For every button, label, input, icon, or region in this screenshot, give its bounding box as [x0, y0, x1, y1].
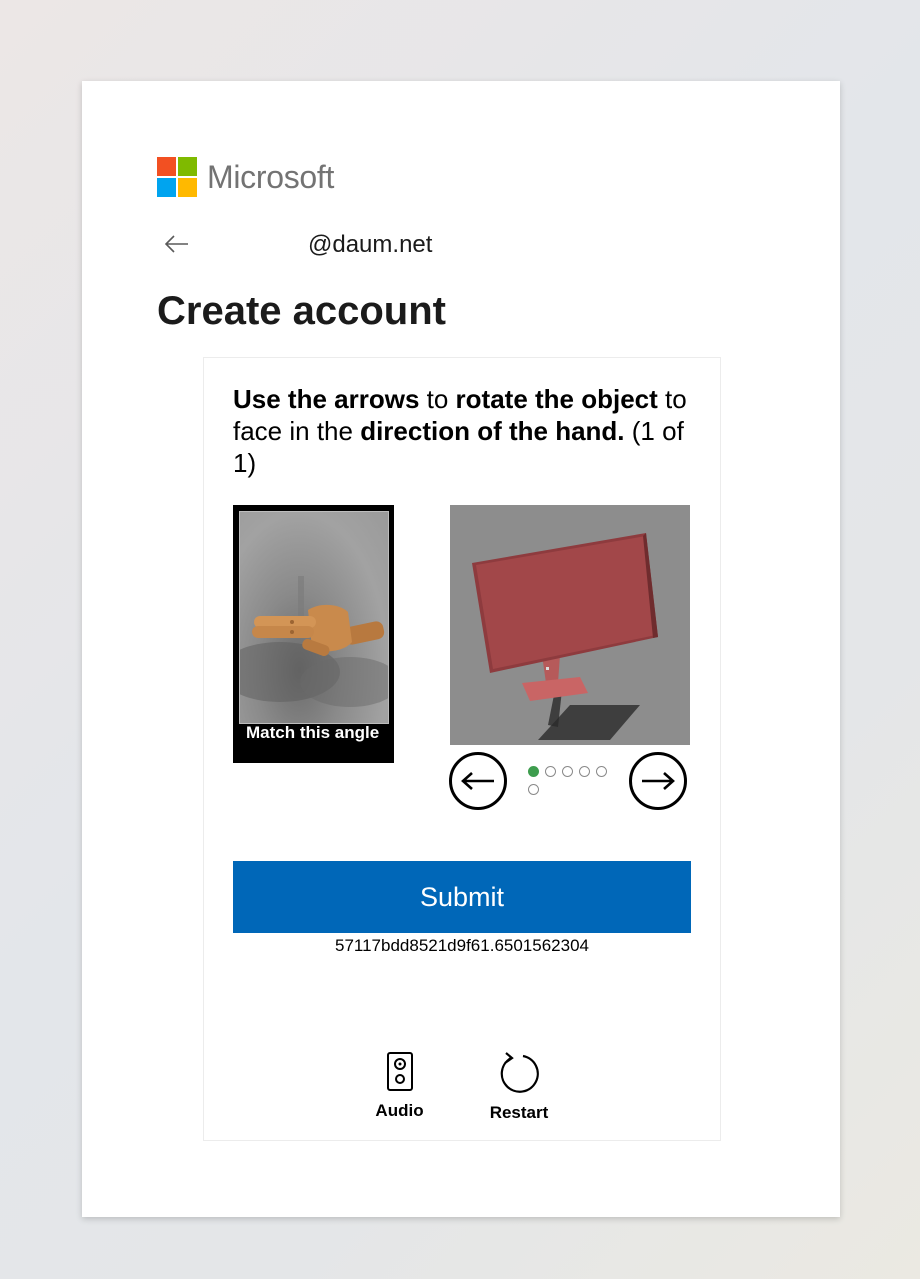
session-id: 57117bdd8521d9f61.6501562304	[334, 936, 589, 955]
account-email: @daum.net	[308, 231, 433, 258]
audio-label: Audio	[375, 1101, 424, 1120]
position-dot	[579, 766, 590, 777]
captcha-instruction: Use the arrows to rotate the object to f…	[233, 384, 687, 478]
position-dot	[528, 784, 539, 795]
brand-name: Microsoft	[207, 158, 335, 195]
restart-label: Restart	[489, 1103, 549, 1122]
audio-button[interactable]: Audio	[372, 1052, 427, 1121]
position-dot	[545, 766, 556, 777]
microsoft-logo: Microsoft	[157, 156, 334, 198]
hand-reference-image	[239, 511, 389, 724]
position-indicator	[528, 766, 618, 802]
restart-button[interactable]: Restart	[484, 1052, 554, 1123]
rotatable-object-image	[450, 505, 690, 745]
captcha-frame: Use the arrows to rotate the object to f…	[203, 357, 721, 1141]
position-dot	[562, 766, 573, 777]
reference-caption: Match this angle	[246, 723, 380, 742]
position-dot	[528, 766, 539, 777]
position-dot	[596, 766, 607, 777]
sign-in-card: Microsoft @daum.net Create account Use t…	[82, 81, 840, 1217]
submit-button[interactable]: Submit	[233, 861, 691, 933]
arrow-left-circle-icon	[461, 772, 494, 790]
restart-icon	[500, 1052, 539, 1093]
rotate-left-button[interactable]	[449, 752, 507, 810]
reference-image-panel: Match this angle	[233, 505, 394, 763]
arrow-right-circle-icon	[642, 772, 675, 790]
speaker-icon	[386, 1052, 413, 1091]
back-button[interactable]	[162, 229, 192, 259]
page-title: Create account	[157, 289, 446, 333]
rotate-right-button[interactable]	[629, 752, 687, 810]
arrow-left-icon	[165, 235, 188, 253]
microsoft-logo-icon	[157, 157, 197, 197]
